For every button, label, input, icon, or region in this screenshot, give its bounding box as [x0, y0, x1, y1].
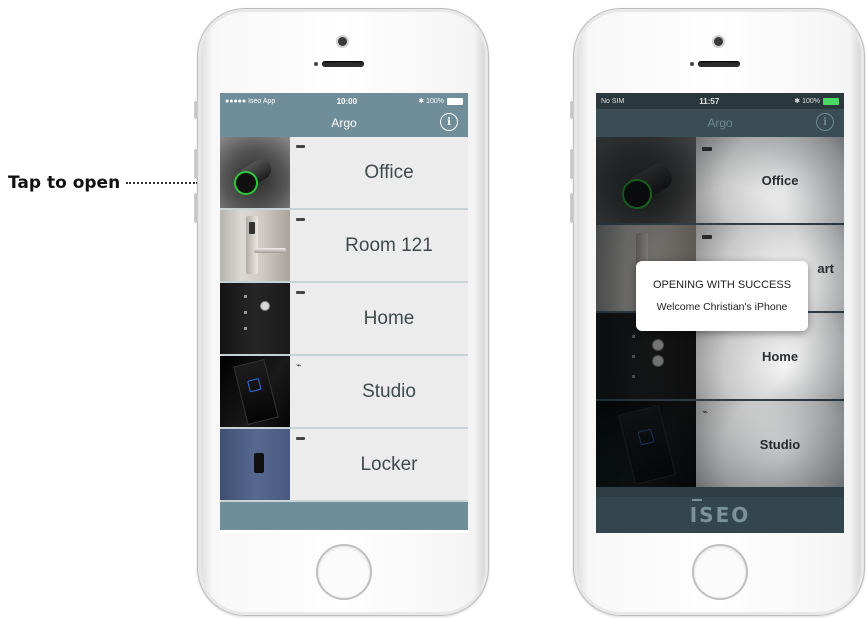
- status-right: ✱ 100%: [794, 97, 839, 105]
- lock-row-office[interactable]: Office: [596, 137, 844, 223]
- brand-footer: ISEO: [596, 497, 844, 533]
- home-button[interactable]: [692, 544, 748, 600]
- lock-name: Locker: [360, 453, 418, 475]
- door-light: [244, 295, 247, 298]
- info-icon[interactable]: i: [816, 113, 834, 131]
- reader-panel: [233, 359, 279, 425]
- low-battery-icon: ⌁: [702, 407, 709, 418]
- battery-icon: [447, 97, 463, 105]
- home-button[interactable]: [316, 544, 372, 600]
- wall-reader-thumbnail: [220, 356, 290, 427]
- left-screen: ●●●●● Iseo App 10:00 ✱ 100% Argo i Offic…: [220, 93, 468, 533]
- front-camera: [338, 37, 347, 46]
- cylinder-green-ring: [234, 171, 258, 195]
- nav-bar: Argo i: [596, 109, 844, 137]
- mute-switch: [570, 101, 574, 119]
- iseo-logo: ISEO: [689, 499, 751, 527]
- nav-bar: Argo i: [220, 109, 468, 137]
- volume-up-button: [570, 149, 574, 179]
- locker-door-thumbnail: [220, 429, 290, 500]
- toast-message: Welcome Christian's iPhone: [656, 301, 788, 313]
- lock-row-studio[interactable]: ⌁ Studio: [220, 356, 468, 429]
- battery-indicator-icon: [296, 291, 305, 294]
- volume-up-button: [194, 149, 198, 179]
- callout-pointer-line: [126, 182, 199, 184]
- lock-name: Home: [363, 307, 415, 329]
- battery-indicator-icon: [702, 147, 712, 151]
- earpiece-speaker: [698, 61, 740, 67]
- volume-down-button: [570, 193, 574, 223]
- door-knob: [652, 355, 664, 367]
- front-camera: [714, 37, 723, 46]
- carrier-label: ●●●●● Iseo App: [225, 97, 276, 105]
- lock-name: Office: [696, 137, 844, 223]
- battery-percent: ✱ 100%: [794, 98, 820, 105]
- carrier-label: No SIM: [601, 97, 625, 105]
- reader-panel: [617, 404, 677, 486]
- status-bar: ●●●●● Iseo App 10:00 ✱ 100%: [220, 93, 468, 109]
- door-handle-thumbnail: [220, 210, 290, 281]
- lock-row-office[interactable]: Office: [220, 137, 468, 210]
- handle-reader: [249, 222, 255, 234]
- battery-indicator-icon: [702, 235, 712, 239]
- info-icon[interactable]: i: [440, 113, 458, 131]
- stage: Tap to open ●●●●● Iseo App 10:00 ✱ 100% …: [0, 0, 867, 619]
- door-light: [632, 335, 635, 338]
- battery-indicator-icon: [296, 437, 305, 440]
- wall-reader-thumbnail: [596, 401, 696, 487]
- battery-fill: [448, 98, 462, 104]
- cylinder-green-ring: [622, 179, 652, 209]
- lock-row-locker[interactable]: Locker: [220, 429, 468, 502]
- earpiece-speaker: [322, 61, 364, 67]
- dark-door-thumbnail: [220, 283, 290, 354]
- left-footer-bar: [220, 502, 468, 530]
- status-time: 11:57: [699, 96, 720, 106]
- proximity-sensor: [690, 62, 694, 66]
- nav-title: Argo: [707, 116, 733, 130]
- volume-down-button: [194, 193, 198, 223]
- battery-percent: ✱ 100%: [418, 98, 444, 105]
- toast-title: OPENING WITH SUCCESS: [652, 279, 792, 291]
- reader-led: [247, 377, 262, 393]
- mute-switch: [194, 101, 198, 119]
- phone-left: ●●●●● Iseo App 10:00 ✱ 100% Argo i Offic…: [194, 8, 489, 616]
- lock-row-home[interactable]: Home: [220, 283, 468, 356]
- tap-to-open-callout: Tap to open: [8, 173, 199, 193]
- locker-reader: [254, 453, 264, 473]
- door-light: [632, 375, 635, 378]
- lock-name: Studio: [696, 401, 844, 487]
- right-screen: No SIM 11:57 ✱ 100% Argo i Office art Ho…: [596, 93, 844, 533]
- status-right: ✱ 100%: [418, 97, 463, 105]
- phone-right: No SIM 11:57 ✱ 100% Argo i Office art Ho…: [570, 8, 865, 616]
- lock-name: Studio: [362, 380, 416, 402]
- battery-icon: [823, 97, 839, 105]
- status-time: 10:00: [336, 96, 358, 106]
- low-battery-icon: ⌁: [296, 360, 302, 370]
- cylinder-lock-thumbnail: [220, 137, 290, 208]
- door-knob: [652, 339, 664, 351]
- battery-indicator-icon: [296, 145, 305, 148]
- door-knob: [260, 301, 270, 311]
- door-light: [244, 311, 247, 314]
- lock-name: Office: [364, 161, 414, 183]
- lock-row-studio[interactable]: ⌁ Studio: [596, 401, 844, 487]
- reader-led: [637, 428, 655, 446]
- proximity-sensor: [314, 62, 318, 66]
- handle-bar: [254, 248, 286, 253]
- battery-indicator-icon: [296, 218, 305, 221]
- lock-name: Room 121: [345, 234, 433, 256]
- lock-list: Office art Home ⌁ Studio OPENING WITH SU…: [596, 137, 844, 487]
- opening-success-toast: OPENING WITH SUCCESS Welcome Christian's…: [636, 261, 808, 331]
- callout-text: Tap to open: [8, 173, 121, 193]
- nav-title: Argo: [331, 116, 357, 130]
- door-light: [632, 355, 635, 358]
- battery-fill: [824, 98, 838, 104]
- status-bar: No SIM 11:57 ✱ 100%: [596, 93, 844, 109]
- cylinder-lock-thumbnail: [596, 137, 696, 223]
- lock-list: Office Room 121 Home ⌁ Studio Locker: [220, 137, 468, 502]
- door-light: [244, 327, 247, 330]
- lock-row-room-121[interactable]: Room 121: [220, 210, 468, 283]
